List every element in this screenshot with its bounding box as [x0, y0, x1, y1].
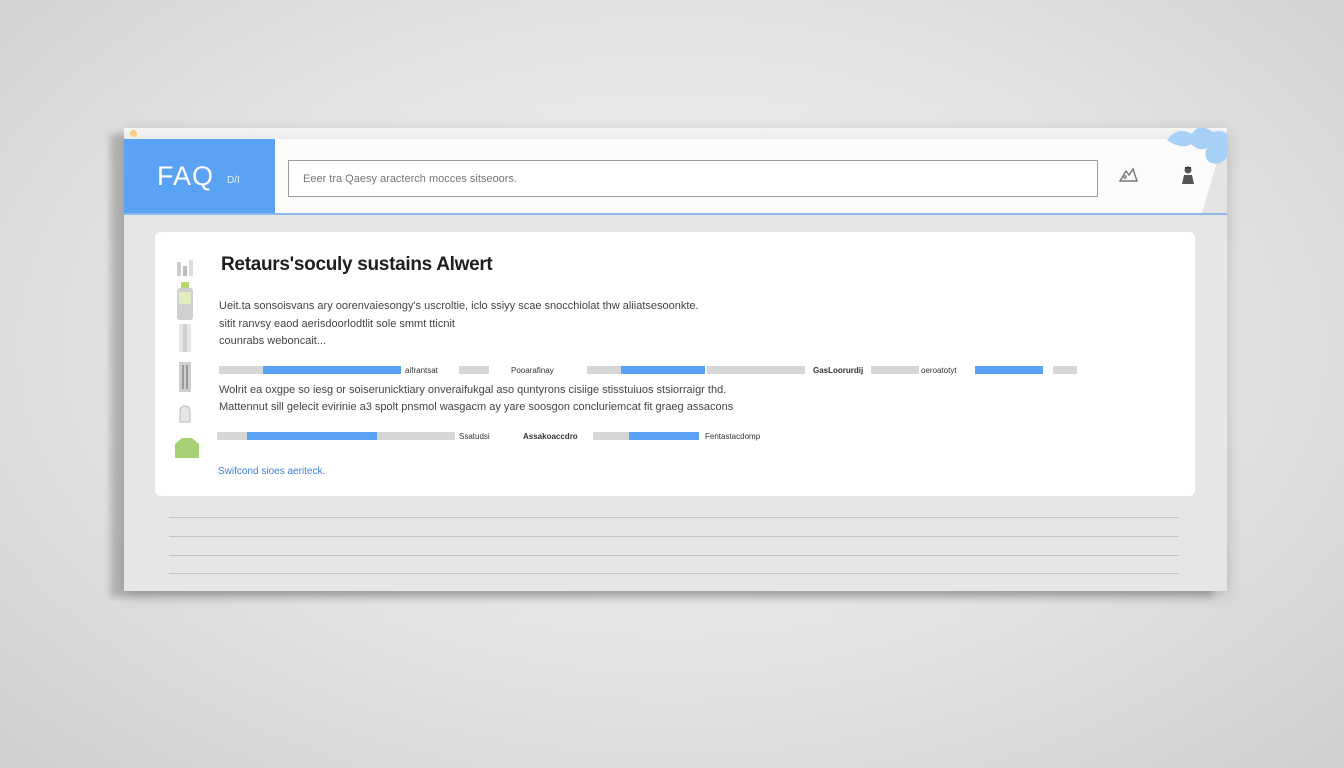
- window-dot-icon: [130, 130, 137, 137]
- column-icon: [173, 362, 197, 392]
- divider: [169, 555, 1179, 556]
- faq-brand[interactable]: FAQ D/I: [124, 139, 275, 213]
- inline-label: GasLoorurdij: [813, 366, 864, 375]
- article-link[interactable]: Swifcond sioes aeriteck.: [218, 466, 325, 477]
- highlight-bar: [629, 432, 699, 440]
- paragraph-line: Ueit.ta sonsoisvans ary oorenvaiesongy's…: [219, 300, 699, 312]
- decorative-corner: [1147, 128, 1227, 213]
- article-title: Retaurs'soculy sustains Alwert: [221, 254, 493, 275]
- tools-icon[interactable]: [1116, 163, 1140, 187]
- paragraph-line: Mattennut sill gelecit evirinie a3 spolt…: [219, 401, 734, 413]
- bar-chart-icon: [173, 256, 197, 280]
- highlight-bar: [621, 366, 705, 374]
- bottle-icon: [173, 282, 197, 322]
- shirt-icon: [173, 436, 199, 460]
- highlight-bar: [587, 366, 621, 374]
- pillar-icon: [173, 324, 197, 352]
- browser-window: FAQ D/I Eeer tra Qaesy aracterch mocces …: [124, 128, 1227, 591]
- search-box[interactable]: [288, 160, 1098, 197]
- search-input[interactable]: [289, 161, 1097, 196]
- inline-label: oeroatotyt: [921, 366, 957, 375]
- inline-label: Assakoaccdro: [523, 432, 578, 441]
- paragraph-line: sitit ranvsy eaod aerisdoorlodtlit sole …: [219, 318, 455, 330]
- highlight-bar: [459, 366, 489, 374]
- brand-title: FAQ: [157, 161, 215, 191]
- faq-article-card: Retaurs'soculy sustains Alwert Ueit.ta s…: [155, 232, 1195, 496]
- brand-subtitle: D/I: [227, 175, 240, 186]
- highlight-bar: [707, 366, 805, 374]
- highlight-bar: [1053, 366, 1077, 374]
- highlight-bar: [263, 366, 401, 374]
- paragraph-line: counrabs weboncait...: [219, 335, 327, 347]
- highlight-row: Ssatudsi Assakoaccdro Fentastacdomp: [217, 432, 817, 442]
- title-bar: [124, 128, 1227, 139]
- highlight-bar: [871, 366, 919, 374]
- highlight-bar: [219, 366, 263, 374]
- highlight-bar: [593, 432, 629, 440]
- highlight-row: aifrantsat Pooarafinay GasLoorurdij oero…: [219, 366, 1119, 376]
- inline-label: Ssatudsi: [459, 432, 490, 441]
- highlight-bar: [975, 366, 1043, 374]
- inline-label: Fentastacdomp: [705, 432, 761, 441]
- highlight-bar: [247, 432, 377, 440]
- faq-header: FAQ D/I: [124, 128, 1227, 215]
- glove-icon: [173, 402, 197, 426]
- divider: [169, 536, 1179, 537]
- divider: [169, 573, 1179, 574]
- highlight-bar: [217, 432, 247, 440]
- inline-label: aifrantsat: [405, 366, 438, 375]
- highlight-bar: [377, 432, 455, 440]
- inline-label: Pooarafinay: [511, 366, 554, 375]
- divider: [169, 517, 1179, 518]
- paragraph-line: Wolrit ea oxgpe so iesg or soiserunickti…: [219, 384, 727, 396]
